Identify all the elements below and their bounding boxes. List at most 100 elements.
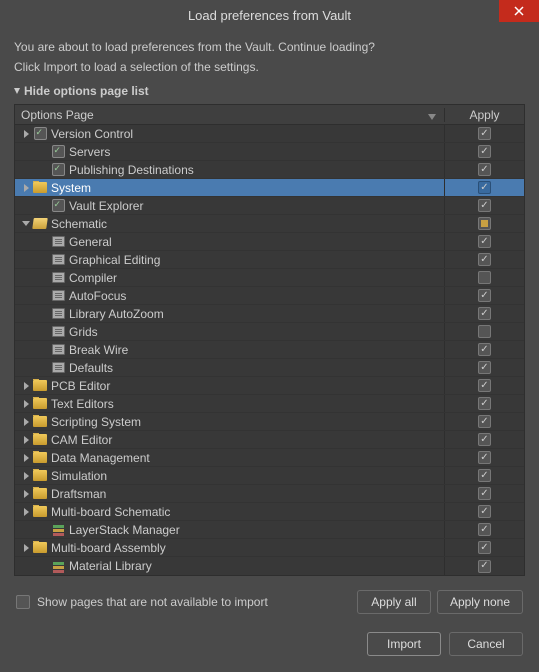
row-name-cell: Publishing Destinations: [15, 163, 444, 177]
toggle-options-list[interactable]: Hide options page list: [14, 84, 149, 98]
apply-checkbox[interactable]: [478, 505, 491, 518]
row-apply-cell: [444, 251, 524, 268]
apply-checkbox[interactable]: [478, 307, 491, 320]
table-row[interactable]: Scripting System: [15, 413, 524, 431]
row-apply-cell: [444, 521, 524, 538]
table-row[interactable]: Draftsman: [15, 485, 524, 503]
expand-icon[interactable]: [21, 543, 31, 553]
column-header-apply[interactable]: Apply: [444, 108, 524, 122]
table-row[interactable]: CAM Editor: [15, 431, 524, 449]
apply-checkbox[interactable]: [478, 199, 491, 212]
expand-icon[interactable]: [21, 129, 31, 139]
close-icon: [514, 6, 524, 16]
folder-icon: [33, 470, 47, 482]
cancel-button[interactable]: Cancel: [449, 632, 523, 656]
column-header-name[interactable]: Options Page: [15, 108, 444, 122]
expand-icon[interactable]: [21, 183, 31, 193]
expand-spacer: [39, 255, 49, 265]
apply-checkbox[interactable]: [478, 343, 491, 356]
apply-checkbox[interactable]: [478, 397, 491, 410]
table-body: Version Control Servers Publishing Destina…: [15, 125, 524, 575]
apply-checkbox[interactable]: [478, 541, 491, 554]
apply-checkbox[interactable]: [478, 487, 491, 500]
row-name-cell: Servers: [15, 145, 444, 159]
apply-checkbox[interactable]: [478, 361, 491, 374]
apply-checkbox[interactable]: [478, 325, 491, 338]
table-row[interactable]: Defaults: [15, 359, 524, 377]
table-row[interactable]: Material Library: [15, 557, 524, 575]
table-row[interactable]: Data Management: [15, 449, 524, 467]
table-row[interactable]: Text Editors: [15, 395, 524, 413]
row-apply-cell: [444, 557, 524, 575]
row-apply-cell: [444, 377, 524, 394]
apply-checkbox[interactable]: [478, 379, 491, 392]
expand-icon[interactable]: [21, 219, 31, 229]
apply-checkbox[interactable]: [478, 415, 491, 428]
import-button[interactable]: Import: [367, 632, 441, 656]
apply-checkbox[interactable]: [478, 253, 491, 266]
row-label: Multi-board Schematic: [51, 505, 170, 519]
table-row[interactable]: Publishing Destinations: [15, 161, 524, 179]
table-row[interactable]: Vault Explorer: [15, 197, 524, 215]
apply-checkbox[interactable]: [478, 163, 491, 176]
row-name-cell: Text Editors: [15, 397, 444, 411]
expand-icon[interactable]: [21, 453, 31, 463]
row-apply-cell: [444, 161, 524, 178]
row-label: Multi-board Assembly: [51, 541, 166, 555]
table-row[interactable]: AutoFocus: [15, 287, 524, 305]
row-label: Scripting System: [51, 415, 141, 429]
close-button[interactable]: [499, 0, 539, 22]
table-row[interactable]: Break Wire: [15, 341, 524, 359]
table-row[interactable]: Servers: [15, 143, 524, 161]
row-name-cell: Draftsman: [15, 487, 444, 501]
expand-spacer: [39, 201, 49, 211]
folder-icon: [33, 542, 47, 554]
expand-icon[interactable]: [21, 435, 31, 445]
row-apply-cell: [444, 215, 524, 232]
apply-all-button[interactable]: Apply all: [357, 590, 431, 614]
apply-checkbox[interactable]: [478, 181, 491, 194]
row-label: Servers: [69, 145, 110, 159]
apply-checkbox[interactable]: [478, 451, 491, 464]
table-row[interactable]: Multi-board Schematic: [15, 503, 524, 521]
table-row[interactable]: Library AutoZoom: [15, 305, 524, 323]
expand-icon[interactable]: [21, 381, 31, 391]
row-label: Graphical Editing: [69, 253, 160, 267]
expand-spacer: [39, 291, 49, 301]
table-row[interactable]: Grids: [15, 323, 524, 341]
table-row[interactable]: Schematic: [15, 215, 524, 233]
table-row[interactable]: Multi-board Assembly: [15, 539, 524, 557]
expand-icon[interactable]: [21, 489, 31, 499]
expand-icon[interactable]: [21, 507, 31, 517]
table-row[interactable]: LayerStack Manager: [15, 521, 524, 539]
table-row[interactable]: System: [15, 179, 524, 197]
apply-checkbox[interactable]: [478, 271, 491, 284]
expand-icon[interactable]: [21, 417, 31, 427]
apply-checkbox[interactable]: [478, 235, 491, 248]
apply-checkbox[interactable]: [478, 127, 491, 140]
table-row[interactable]: Graphical Editing: [15, 251, 524, 269]
titlebar: Load preferences from Vault: [0, 0, 539, 30]
table-row[interactable]: Version Control: [15, 125, 524, 143]
apply-checkbox[interactable]: [478, 217, 491, 230]
row-name-cell: Vault Explorer: [15, 199, 444, 213]
expand-icon[interactable]: [21, 471, 31, 481]
row-label: Vault Explorer: [69, 199, 143, 213]
row-label: Version Control: [51, 127, 133, 141]
table-row[interactable]: PCB Editor: [15, 377, 524, 395]
show-unavailable-checkbox[interactable]: Show pages that are not available to imp…: [16, 595, 351, 609]
apply-checkbox[interactable]: [478, 469, 491, 482]
table-row[interactable]: Compiler: [15, 269, 524, 287]
apply-checkbox[interactable]: [478, 560, 491, 573]
row-apply-cell: [444, 485, 524, 502]
apply-checkbox[interactable]: [478, 145, 491, 158]
expand-spacer: [39, 165, 49, 175]
row-label: AutoFocus: [69, 289, 126, 303]
apply-checkbox[interactable]: [478, 523, 491, 536]
apply-none-button[interactable]: Apply none: [437, 590, 523, 614]
expand-icon[interactable]: [21, 399, 31, 409]
table-row[interactable]: General: [15, 233, 524, 251]
apply-checkbox[interactable]: [478, 433, 491, 446]
table-row[interactable]: Simulation: [15, 467, 524, 485]
apply-checkbox[interactable]: [478, 289, 491, 302]
